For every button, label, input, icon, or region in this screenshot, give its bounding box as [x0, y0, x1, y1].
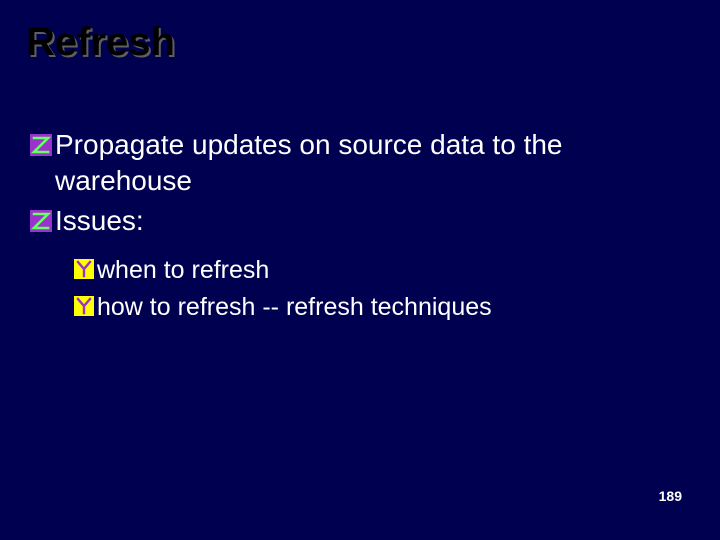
list-item-text: Issues: [55, 203, 692, 239]
z-bullet-icon [30, 134, 52, 156]
y-bullet-icon [74, 296, 94, 316]
page-number: 189 [659, 488, 682, 504]
slide: Refresh Propagate updates on source data… [0, 0, 720, 540]
list-item-text: how to refresh -- refresh techniques [97, 291, 692, 324]
list-item-text: when to refresh [97, 254, 692, 287]
list-item: Issues: [30, 203, 692, 239]
list-item-text: Propagate updates on source data to the … [55, 127, 692, 199]
z-bullet-icon [30, 210, 52, 232]
list-item: Propagate updates on source data to the … [30, 127, 692, 199]
y-bullet-icon [74, 259, 94, 279]
list-item: when to refresh [74, 254, 692, 287]
bullet-list-level2: when to refresh how to refresh -- refres… [74, 254, 692, 323]
slide-title: Refresh [26, 20, 692, 65]
bullet-list-level1: Propagate updates on source data to the … [30, 127, 692, 238]
list-item: how to refresh -- refresh techniques [74, 291, 692, 324]
